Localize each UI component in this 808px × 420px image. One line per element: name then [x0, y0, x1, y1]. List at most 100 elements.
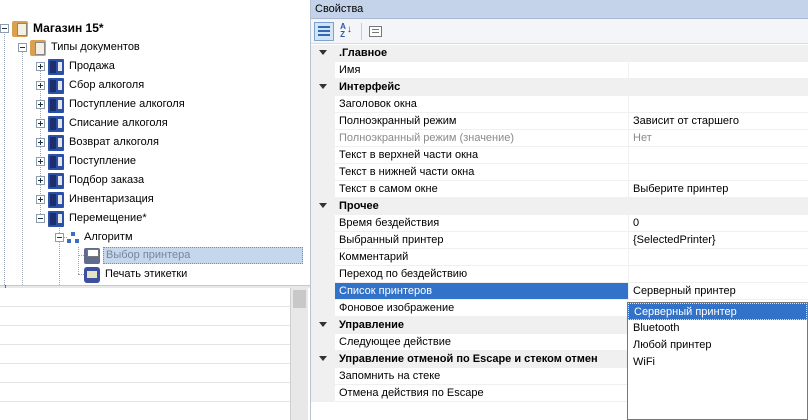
- row-gutter: [311, 215, 335, 232]
- alphabetical-button[interactable]: AZ: [336, 22, 356, 41]
- tree-node-label: Типы документов: [51, 41, 140, 53]
- collapse-caret-icon[interactable]: [318, 321, 328, 331]
- list-item[interactable]: [0, 364, 290, 383]
- property-row[interactable]: Переход по бездействию: [311, 266, 808, 283]
- collapse-caret-icon[interactable]: [318, 355, 328, 365]
- dropdown-option-wifi[interactable]: WiFi: [628, 354, 807, 371]
- property-row[interactable]: Текст в нижней части окна: [311, 164, 808, 181]
- document-type-icon: [48, 172, 64, 189]
- property-value[interactable]: 0: [628, 215, 808, 232]
- printer-icon: [84, 247, 100, 264]
- collapse-toggle[interactable]: [0, 24, 9, 33]
- dropdown-option-server-printer[interactable]: Серверный принтер: [628, 303, 807, 320]
- folder-icon: [30, 39, 46, 56]
- collapse-toggle[interactable]: [55, 233, 64, 242]
- property-value[interactable]: [628, 96, 808, 113]
- scrollbar-thumb[interactable]: [293, 290, 306, 308]
- property-value[interactable]: {SelectedPrinter}: [628, 232, 808, 249]
- tree-node-document[interactable]: Списание алкоголя: [36, 114, 170, 133]
- store-folder-icon: [12, 20, 28, 37]
- categorized-button[interactable]: [314, 21, 334, 41]
- tree-node-document[interactable]: Поступление: [36, 152, 138, 171]
- expand-toggle[interactable]: [36, 119, 45, 128]
- expand-toggle[interactable]: [36, 81, 45, 90]
- list-item[interactable]: [0, 307, 290, 326]
- expand-toggle[interactable]: [36, 138, 45, 147]
- property-row[interactable]: Имя: [311, 62, 808, 79]
- categorized-icon: [318, 26, 330, 36]
- property-name: Текст в верхней части окна: [335, 147, 628, 164]
- tree-node-document[interactable]: Возврат алкоголя: [36, 133, 161, 152]
- alphabetical-sort-icon: AZ: [340, 23, 352, 39]
- expand-toggle[interactable]: [36, 157, 45, 166]
- property-row[interactable]: Комментарий: [311, 249, 808, 266]
- tree-node-step-selected[interactable]: Выбор принтера: [84, 246, 303, 265]
- property-pages-button[interactable]: [365, 22, 385, 41]
- tree-node-label: Алгоритм: [84, 231, 133, 243]
- label-print-icon: [84, 266, 100, 283]
- collapse-caret-icon[interactable]: [318, 49, 328, 59]
- collapse-toggle[interactable]: [18, 43, 27, 52]
- dropdown-option-any-printer[interactable]: Любой принтер: [628, 337, 807, 354]
- category-main[interactable]: .Главное: [311, 45, 808, 62]
- property-value: Нет: [628, 130, 808, 147]
- tree-node-algorithm[interactable]: Алгоритм: [55, 228, 135, 247]
- row-gutter: [311, 266, 335, 283]
- property-row[interactable]: Заголовок окна: [311, 96, 808, 113]
- collapse-caret-icon[interactable]: [318, 202, 328, 212]
- tree-node-label: Возврат алкоголя: [69, 136, 159, 148]
- tree-node-document[interactable]: Перемещение*: [36, 209, 149, 228]
- tree-line: [22, 47, 23, 285]
- expand-toggle[interactable]: [36, 176, 45, 185]
- property-row[interactable]: Выбранный принтер {SelectedPrinter}: [311, 232, 808, 249]
- tree-node-document[interactable]: Поступление алкоголя: [36, 95, 187, 114]
- printer-list-dropdown[interactable]: Серверный принтер Bluetooth Любой принте…: [627, 302, 808, 420]
- property-row[interactable]: Полноэкранный режим Зависит от старшего: [311, 113, 808, 130]
- row-gutter: [311, 164, 335, 181]
- tree-node-document[interactable]: Сбор алкоголя: [36, 76, 146, 95]
- category-interface[interactable]: Интерфейс: [311, 79, 808, 96]
- tree-node-step[interactable]: Печать этикетки: [84, 265, 189, 284]
- property-value[interactable]: [628, 147, 808, 164]
- expand-toggle[interactable]: [36, 100, 45, 109]
- property-value[interactable]: Выберите принтер: [628, 181, 808, 198]
- property-value[interactable]: [628, 249, 808, 266]
- printer-list-select[interactable]: Серверный принтер: [628, 283, 808, 300]
- tree-node-document[interactable]: Инвентаризация: [36, 190, 156, 209]
- collapse-toggle[interactable]: [36, 214, 45, 223]
- tree-root[interactable]: Магазин 15*: [0, 19, 106, 38]
- category-other[interactable]: Прочее: [311, 198, 808, 215]
- property-value[interactable]: Зависит от старшего: [628, 113, 808, 130]
- tree-node-label: Списание алкоголя: [69, 117, 168, 129]
- tree-node-label: Подбор заказа: [69, 174, 145, 186]
- property-value[interactable]: [628, 62, 808, 79]
- property-row[interactable]: Текст в верхней части окна: [311, 147, 808, 164]
- category-label: Управление отменой по Escape и стеком от…: [339, 353, 598, 365]
- property-value[interactable]: [628, 164, 808, 181]
- list-item[interactable]: [0, 383, 290, 402]
- collapse-caret-icon[interactable]: [318, 83, 328, 93]
- property-row[interactable]: Время бездействия 0: [311, 215, 808, 232]
- expand-toggle[interactable]: [36, 62, 45, 71]
- dropdown-option-bluetooth[interactable]: Bluetooth: [628, 320, 807, 337]
- vertical-scrollbar[interactable]: [290, 288, 308, 420]
- tree-node-document[interactable]: Продажа: [36, 57, 117, 76]
- row-gutter: [311, 385, 335, 402]
- property-pages-icon: [368, 25, 382, 37]
- tree-node-document[interactable]: Подбор заказа: [36, 171, 146, 190]
- list-item[interactable]: [0, 326, 290, 345]
- list-item[interactable]: [0, 288, 290, 307]
- property-name: Имя: [335, 62, 628, 79]
- row-gutter: [311, 249, 335, 266]
- property-row[interactable]: Текст в самом окне Выберите принтер: [311, 181, 808, 198]
- document-type-icon: [48, 134, 64, 151]
- category-label: Интерфейс: [339, 81, 401, 93]
- category-label: Управление: [339, 319, 405, 331]
- expand-toggle[interactable]: [36, 195, 45, 204]
- property-value[interactable]: [628, 266, 808, 283]
- row-gutter: [311, 130, 335, 147]
- list-item[interactable]: [0, 345, 290, 364]
- tree-line: [78, 247, 79, 274]
- property-row-selected[interactable]: Список принтеров Серверный принтер: [311, 283, 808, 300]
- tree-node-doc-types[interactable]: Типы документов: [18, 38, 142, 57]
